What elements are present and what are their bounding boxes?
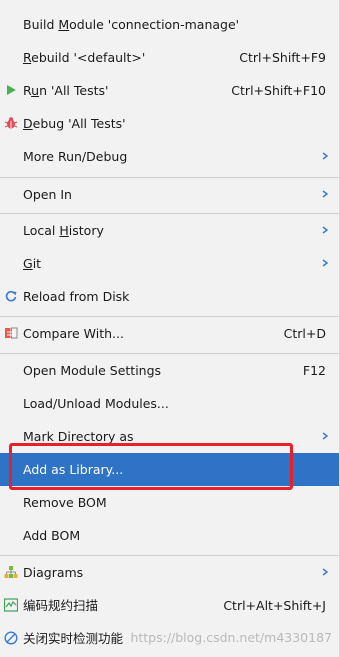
menu-item-shortcut: Ctrl+Shift+F10	[231, 83, 326, 98]
menu-item-debug-all-tests[interactable]: Debug 'All Tests'	[0, 107, 340, 140]
menu-item-mark-directory-as[interactable]: Mark Directory as	[0, 420, 340, 453]
menu-item-code-scan[interactable]: 编码规约扫描 Ctrl+Alt+Shift+J	[0, 589, 340, 622]
menu-item-compare-with[interactable]: Compare With... Ctrl+D	[0, 317, 340, 350]
run-triangle-icon	[7, 85, 16, 95]
menu-item-label: Add BOM	[23, 528, 81, 543]
menu-item-label: Add as Library...	[23, 462, 124, 477]
chevron-right-icon	[322, 226, 329, 234]
compare-icon	[5, 327, 18, 339]
context-menu: Build Module 'connection-manage' Rebuild…	[0, 0, 340, 657]
menu-item-label: Reload from Disk	[23, 289, 130, 304]
no-entry-icon	[4, 631, 18, 645]
chevron-right-icon	[322, 432, 329, 440]
menu-item-label: More Run/Debug	[23, 149, 128, 164]
menu-item-more-run-debug[interactable]: More Run/Debug	[0, 140, 340, 173]
menu-item-run-all-tests[interactable]: Run 'All Tests' Ctrl+Shift+F10	[0, 74, 340, 107]
menu-item-shortcut: Ctrl+D	[283, 326, 326, 341]
scan-chart-icon	[4, 598, 18, 612]
chevron-right-icon	[322, 259, 329, 267]
menu-item-load-unload-modules[interactable]: Load/Unload Modules...	[0, 387, 340, 420]
chevron-right-icon	[322, 190, 329, 198]
refresh-icon	[5, 290, 17, 302]
menu-item-open-module-settings[interactable]: Open Module Settings F12	[0, 354, 340, 387]
menu-item-local-history[interactable]: Local History	[0, 214, 340, 247]
menu-item-label: 编码规约扫描	[23, 598, 99, 613]
menu-item-remove-bom[interactable]: Remove BOM	[0, 486, 340, 519]
menu-item-label: Git	[23, 256, 42, 271]
menu-item-reload-from-disk[interactable]: Reload from Disk	[0, 280, 340, 313]
menu-item-rebuild[interactable]: Rebuild '<default>' Ctrl+Shift+F9	[0, 41, 340, 74]
menu-item-label: Compare With...	[23, 326, 124, 341]
menu-item-label: Remove BOM	[23, 495, 107, 510]
menu-item-label: Build Module 'connection-manage'	[23, 17, 240, 32]
menu-item-shortcut: Ctrl+Shift+F9	[239, 50, 326, 65]
menu-item-label: Run 'All Tests'	[23, 83, 109, 98]
menu-item-label: Debug 'All Tests'	[23, 116, 126, 131]
menu-item-label: Load/Unload Modules...	[23, 396, 169, 411]
menu-item-label: 关闭实时检测功能	[23, 631, 124, 646]
menu-item-git[interactable]: Git	[0, 247, 340, 280]
menu-item-shortcut: F12	[302, 363, 326, 378]
menu-item-add-bom[interactable]: Add BOM	[0, 519, 340, 552]
watermark: https://blog.csdn.net/m4330187	[130, 630, 332, 645]
menu-item-label: Rebuild '<default>'	[23, 50, 146, 65]
diagram-icon	[4, 566, 18, 578]
menu-item-build-module[interactable]: Build Module 'connection-manage'	[0, 8, 340, 41]
bug-icon	[4, 117, 18, 129]
menu-item-label: Mark Directory as	[23, 429, 134, 444]
menu-item-label: Diagrams	[23, 565, 84, 580]
menu-item-diagrams[interactable]: Diagrams	[0, 556, 340, 589]
menu-item-add-as-library[interactable]: Add as Library...	[0, 453, 340, 486]
menu-item-shortcut: Ctrl+Alt+Shift+J	[223, 598, 326, 613]
menu-item-label: Open Module Settings	[23, 363, 162, 378]
menu-item-label: Open In	[23, 187, 72, 202]
chevron-right-icon	[322, 568, 329, 576]
menu-item-label: Local History	[23, 223, 104, 238]
chevron-right-icon	[322, 152, 329, 160]
menu-item-open-in[interactable]: Open In	[0, 178, 340, 211]
